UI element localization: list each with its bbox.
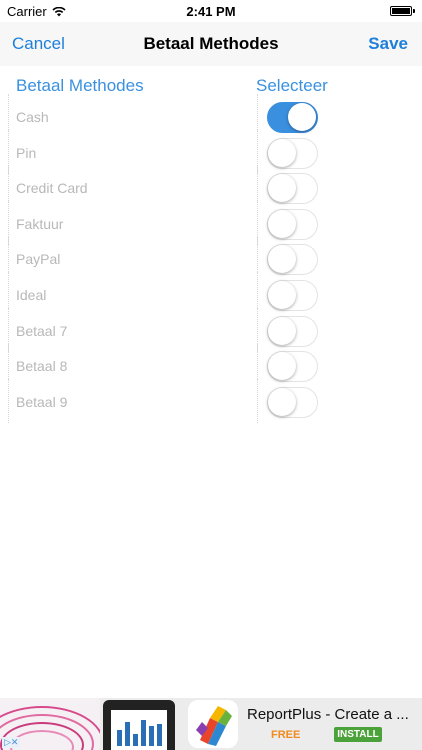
save-button[interactable]: Save	[368, 34, 408, 54]
status-bar: Carrier 2:41 PM	[0, 0, 422, 22]
ad-artwork: ▷✕	[0, 698, 100, 750]
list-item: Credit Card	[0, 165, 422, 210]
ad-bar	[133, 734, 138, 746]
ad-banner[interactable]: ▷✕ ReportPlus - Create a ... FREE INSTAL…	[0, 698, 422, 750]
app-logo-icon	[188, 700, 238, 748]
list-item: Cash	[0, 94, 422, 138]
payment-method-label: Pin	[16, 144, 37, 161]
list-item: Betaal 7	[0, 307, 422, 352]
list-item: PayPal	[0, 236, 422, 281]
toggle-switch[interactable]	[267, 244, 318, 276]
payment-method-list: Cash Pin Credit Card Faktuur PayPal Idea…	[0, 94, 422, 423]
toggle-knob	[288, 103, 316, 131]
payment-method-label: Betaal 8	[16, 358, 68, 375]
battery-icon	[390, 6, 415, 16]
toggle-switch[interactable]	[267, 137, 318, 169]
ad-bar	[149, 726, 154, 746]
ad-bar	[125, 722, 130, 746]
toggle-switch[interactable]	[267, 279, 318, 311]
toggle-knob	[268, 138, 296, 167]
status-time: 2:41 PM	[186, 4, 236, 19]
install-button[interactable]: INSTALL	[334, 727, 382, 742]
toggle-knob	[268, 245, 296, 274]
payment-method-label: Credit Card	[16, 180, 88, 197]
toggle-switch[interactable]	[267, 315, 318, 347]
payment-method-label: Betaal 7	[16, 322, 68, 339]
payment-method-label: PayPal	[16, 251, 61, 268]
toggle-knob	[268, 174, 296, 203]
list-item: Betaal 9	[0, 378, 422, 423]
list-item: Betaal 8	[0, 343, 422, 388]
adchoices-icon[interactable]: ▷✕	[2, 737, 21, 748]
ad-phone-screen	[111, 710, 167, 750]
toggle-knob	[268, 316, 296, 345]
ad-price: FREE	[271, 729, 301, 741]
navigation-bar: Cancel Betaal Methodes Save	[0, 22, 422, 66]
ad-bar	[141, 720, 146, 746]
list-item: Pin	[0, 129, 422, 174]
toggle-switch[interactable]	[267, 351, 318, 383]
ad-phone-image	[103, 700, 175, 750]
ad-bar	[117, 730, 122, 746]
row-separator	[257, 378, 261, 423]
toggle-knob	[268, 280, 296, 309]
toggle-switch[interactable]	[267, 173, 318, 205]
payment-method-label: Faktuur	[16, 215, 64, 232]
list-item: Ideal	[0, 271, 422, 316]
toggle-knob	[268, 352, 296, 381]
payment-method-label: Ideal	[16, 286, 47, 303]
row-separator	[8, 378, 12, 423]
toggle-knob	[268, 387, 296, 416]
list-item: Faktuur	[0, 200, 422, 245]
column-header-select: Selecteer	[256, 76, 328, 95]
payment-method-label: Betaal 9	[16, 393, 68, 410]
column-header-methods: Betaal Methodes	[16, 76, 144, 95]
ad-bar	[157, 724, 162, 746]
payment-method-label: Cash	[16, 109, 49, 125]
toggle-switch[interactable]	[267, 386, 318, 418]
toggle-knob	[268, 209, 296, 238]
toggle-switch[interactable]	[267, 208, 318, 240]
toggle-switch[interactable]	[267, 102, 318, 133]
ad-app-name: ReportPlus - Create a ...	[247, 706, 409, 723]
page-title: Betaal Methodes	[143, 34, 279, 53]
